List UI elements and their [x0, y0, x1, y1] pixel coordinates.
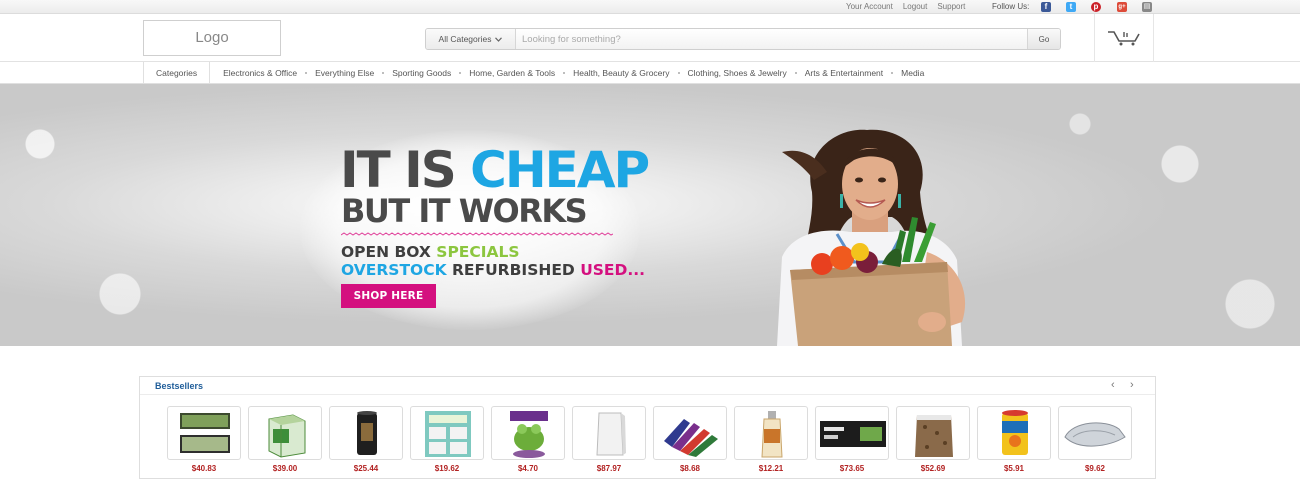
promo-open-box: OPEN BOX: [341, 243, 437, 261]
bestsellers-title: Bestsellers: [155, 381, 204, 391]
product-card[interactable]: $39.00: [248, 406, 322, 473]
pinterest-icon[interactable]: p: [1091, 2, 1101, 12]
product-card[interactable]: $4.70: [491, 406, 565, 473]
product-image-cylinder[interactable]: [329, 406, 403, 460]
product-price: $9.62: [1084, 464, 1106, 473]
nav-categories[interactable]: Categories: [143, 62, 211, 84]
product-price: $12.21: [758, 464, 784, 473]
product-price: $87.97: [596, 464, 622, 473]
hero-subheadline: BUT IT WORKS: [341, 192, 588, 230]
nav-item-electronics[interactable]: Electronics & Office: [216, 68, 304, 78]
nav-item-health-beauty[interactable]: Health, Beauty & Grocery: [566, 68, 676, 78]
nav-separator: [677, 72, 680, 74]
product-card[interactable]: $8.68: [653, 406, 727, 473]
facebook-icon[interactable]: f: [1041, 2, 1051, 12]
hero-banner: IT IS CHEAP BUT IT WORKS OPEN BOX SPECIA…: [0, 84, 1300, 346]
nav-separator: [891, 72, 894, 74]
chevron-down-icon: [495, 36, 503, 42]
nav-separator: [794, 72, 797, 74]
logout-link[interactable]: Logout: [903, 2, 927, 11]
product-price: $40.83: [191, 464, 217, 473]
product-image-kit[interactable]: [815, 406, 889, 460]
twitter-icon[interactable]: t: [1066, 2, 1076, 12]
googleplus-icon[interactable]: g+: [1117, 2, 1127, 12]
product-image-terrarium[interactable]: [167, 406, 241, 460]
product-card[interactable]: $19.62: [410, 406, 484, 473]
woman-with-grocery-bag-image: [777, 129, 966, 346]
search-bar: All Categories Go: [425, 28, 1061, 50]
product-price: $4.70: [517, 464, 539, 473]
rss-icon[interactable]: ▤: [1142, 2, 1152, 12]
promo-line-2: OVERSTOCK REFURBISHED USED...: [341, 261, 645, 279]
hero-headline-cheap: CHEAP: [470, 141, 650, 199]
follow-us-label: Follow Us:: [992, 2, 1030, 11]
carousel-next-icon[interactable]: ›: [1130, 379, 1134, 391]
go-button[interactable]: Go: [1027, 29, 1060, 49]
product-image-fan[interactable]: [653, 406, 727, 460]
nav-separator: [563, 72, 566, 74]
product-price: $39.00: [272, 464, 298, 473]
product-image-pedestal[interactable]: [572, 406, 646, 460]
product-card[interactable]: $5.91: [977, 406, 1051, 473]
nav-item-sporting-goods[interactable]: Sporting Goods: [385, 68, 458, 78]
site-header: Logo All Categories Go: [0, 14, 1300, 62]
product-card[interactable]: $40.83: [167, 406, 241, 473]
promo-refurbished: REFURBISHED: [451, 261, 581, 279]
site-logo[interactable]: Logo: [143, 20, 281, 56]
carousel-prev-icon[interactable]: ‹: [1111, 379, 1115, 391]
support-link[interactable]: Support: [937, 2, 965, 11]
product-price: $73.65: [839, 464, 865, 473]
nav-item-arts[interactable]: Arts & Entertainment: [798, 68, 890, 78]
product-price: $52.69: [920, 464, 946, 473]
product-price: $19.62: [434, 464, 460, 473]
search-input[interactable]: [516, 29, 1027, 49]
product-card[interactable]: $12.21: [734, 406, 808, 473]
hero-headline: IT IS CHEAP: [340, 140, 650, 200]
product-price: $5.91: [1003, 464, 1025, 473]
product-image-box[interactable]: [248, 406, 322, 460]
product-price: $25.44: [353, 464, 379, 473]
bestsellers-header: Bestsellers ‹ ›: [140, 377, 1155, 395]
product-image-bottle[interactable]: [734, 406, 808, 460]
account-links: Your Account Logout Support: [846, 2, 965, 11]
nav-item-media[interactable]: Media: [894, 68, 931, 78]
nav-item-clothing[interactable]: Clothing, Shoes & Jewelry: [681, 68, 794, 78]
product-image-teal-box[interactable]: [410, 406, 484, 460]
cart-icon: [1108, 31, 1140, 46]
shop-here-button[interactable]: SHOP HERE: [341, 284, 436, 308]
product-card[interactable]: $9.62: [1058, 406, 1132, 473]
bestsellers-panel: Bestsellers ‹ › $40.83 $39.00 $25.44 $19…: [139, 376, 1156, 479]
product-card[interactable]: $73.65: [815, 406, 889, 473]
product-image-bag[interactable]: [896, 406, 970, 460]
promo-overstock: OVERSTOCK: [341, 261, 452, 279]
product-image-frog[interactable]: [491, 406, 565, 460]
nav-separator: [382, 72, 385, 74]
promo-line-1: OPEN BOX SPECIALS: [341, 243, 520, 261]
product-card[interactable]: $87.97: [572, 406, 646, 473]
top-utility-bar: Your Account Logout Support Follow Us: f…: [0, 0, 1300, 14]
product-card[interactable]: $25.44: [329, 406, 403, 473]
decorative-zigzag: [341, 232, 613, 236]
product-image-food-can[interactable]: [977, 406, 1051, 460]
product-carousel: $40.83 $39.00 $25.44 $19.62 $4.70 $87.97…: [167, 406, 1132, 473]
hero-headline-part1: IT IS: [340, 141, 471, 199]
cart-button[interactable]: [1094, 14, 1154, 62]
product-card[interactable]: $52.69: [896, 406, 970, 473]
nav-separator: [459, 72, 462, 74]
category-select-label: All Categories: [438, 34, 492, 44]
category-nav: Categories Electronics & Office Everythi…: [0, 62, 1300, 84]
promo-used: USED...: [580, 261, 646, 279]
category-select[interactable]: All Categories: [426, 29, 516, 49]
nav-item-everything-else[interactable]: Everything Else: [308, 68, 381, 78]
nav-item-home-garden[interactable]: Home, Garden & Tools: [462, 68, 562, 78]
your-account-link[interactable]: Your Account: [846, 2, 893, 11]
nav-separator: [305, 72, 308, 74]
product-image-scoop[interactable]: [1058, 406, 1132, 460]
promo-specials: SPECIALS: [436, 243, 520, 261]
product-price: $8.68: [679, 464, 701, 473]
